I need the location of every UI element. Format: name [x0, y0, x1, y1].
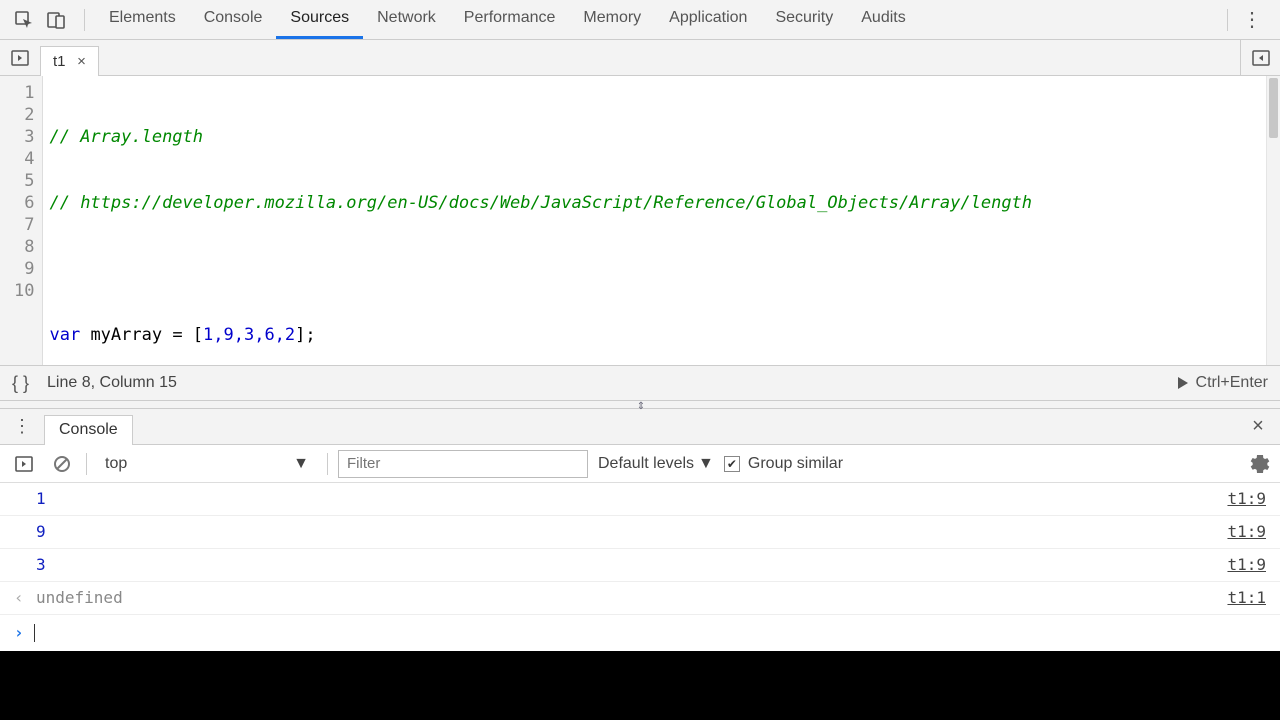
tab-console[interactable]: Console	[190, 0, 277, 39]
log-row: 9 t1:9	[0, 516, 1280, 549]
cursor-position: Line 8, Column 15	[47, 374, 177, 392]
device-toolbar-icon[interactable]	[42, 6, 70, 34]
tab-security[interactable]: Security	[761, 0, 847, 39]
line-gutter: 1 2 3 4 5 6 7 8 9 10	[0, 76, 43, 365]
log-value: undefined	[36, 584, 123, 612]
run-snippet-button[interactable]: Ctrl+Enter	[1176, 374, 1268, 392]
text-cursor	[34, 624, 35, 642]
close-icon[interactable]: ×	[74, 53, 90, 69]
tab-application[interactable]: Application	[655, 0, 761, 39]
chevron-down-icon: ▼	[293, 455, 309, 473]
scrollbar-thumb[interactable]	[1269, 78, 1278, 138]
console-drawer-header: ⋮ Console ×	[0, 409, 1280, 445]
close-icon[interactable]: ×	[1246, 415, 1270, 438]
log-row: 3 t1:9	[0, 549, 1280, 582]
sources-tabbar: t1 ×	[0, 40, 1280, 76]
prompt-chevron-icon: ›	[14, 619, 24, 647]
editor-scrollbar[interactable]	[1266, 76, 1280, 365]
console-toolbar: top ▼ Default levels ▼ ✔ Group similar	[0, 445, 1280, 483]
console-settings-icon[interactable]	[1250, 454, 1270, 474]
show-navigator-icon[interactable]	[0, 40, 40, 75]
clear-console-icon[interactable]	[48, 450, 76, 478]
log-value: 3	[36, 551, 46, 579]
resize-grip-icon: ⇕	[637, 401, 643, 412]
checkbox-checked-icon: ✔	[724, 456, 740, 472]
log-source-link[interactable]: t1:9	[1227, 518, 1266, 546]
chevron-down-icon: ▼	[698, 455, 714, 473]
execution-context-select[interactable]: top ▼	[97, 451, 317, 477]
sources-status-bar: { } Line 8, Column 15 Ctrl+Enter	[0, 365, 1280, 401]
file-tab-t1[interactable]: t1 ×	[40, 46, 99, 76]
log-value: 9	[36, 518, 46, 546]
tab-performance[interactable]: Performance	[450, 0, 570, 39]
drawer-menu-icon[interactable]: ⋮	[10, 416, 34, 437]
show-debugger-pane-icon[interactable]	[1240, 40, 1280, 75]
log-row-return: undefined t1:1	[0, 582, 1280, 615]
log-source-link[interactable]: t1:9	[1227, 485, 1266, 513]
console-sidebar-toggle-icon[interactable]	[10, 450, 38, 478]
group-similar-checkbox[interactable]: ✔ Group similar	[724, 455, 843, 473]
console-filter-input[interactable]	[338, 450, 588, 478]
more-menu-icon[interactable]: ⋮	[1238, 6, 1266, 34]
divider	[84, 9, 85, 31]
tab-memory[interactable]: Memory	[569, 0, 655, 39]
letterbox-bar	[0, 651, 1280, 720]
divider	[1227, 9, 1228, 31]
inspect-element-icon[interactable]	[10, 6, 38, 34]
drawer-tab-console[interactable]: Console	[44, 415, 133, 445]
tab-network[interactable]: Network	[363, 0, 450, 39]
pretty-print-icon[interactable]: { }	[12, 373, 29, 394]
console-output: 1 t1:9 9 t1:9 3 t1:9 undefined t1:1 ›	[0, 483, 1280, 651]
file-tab-label: t1	[53, 53, 66, 70]
tab-sources[interactable]: Sources	[276, 0, 363, 39]
console-prompt[interactable]: ›	[0, 615, 1280, 651]
log-row: 1 t1:9	[0, 483, 1280, 516]
log-value: 1	[36, 485, 46, 513]
log-levels-select[interactable]: Default levels ▼	[598, 455, 714, 473]
log-source-link[interactable]: t1:1	[1227, 584, 1266, 612]
tab-elements[interactable]: Elements	[95, 0, 190, 39]
devtools-panel-tabs: Elements Console Sources Network Perform…	[0, 0, 1280, 40]
log-source-link[interactable]: t1:9	[1227, 551, 1266, 579]
code-content[interactable]: // Array.length // https://developer.moz…	[43, 76, 1266, 365]
drawer-resize-handle[interactable]: ⇕	[0, 401, 1280, 409]
tab-audits[interactable]: Audits	[847, 0, 919, 39]
code-editor[interactable]: 1 2 3 4 5 6 7 8 9 10 // Array.length // …	[0, 76, 1280, 365]
